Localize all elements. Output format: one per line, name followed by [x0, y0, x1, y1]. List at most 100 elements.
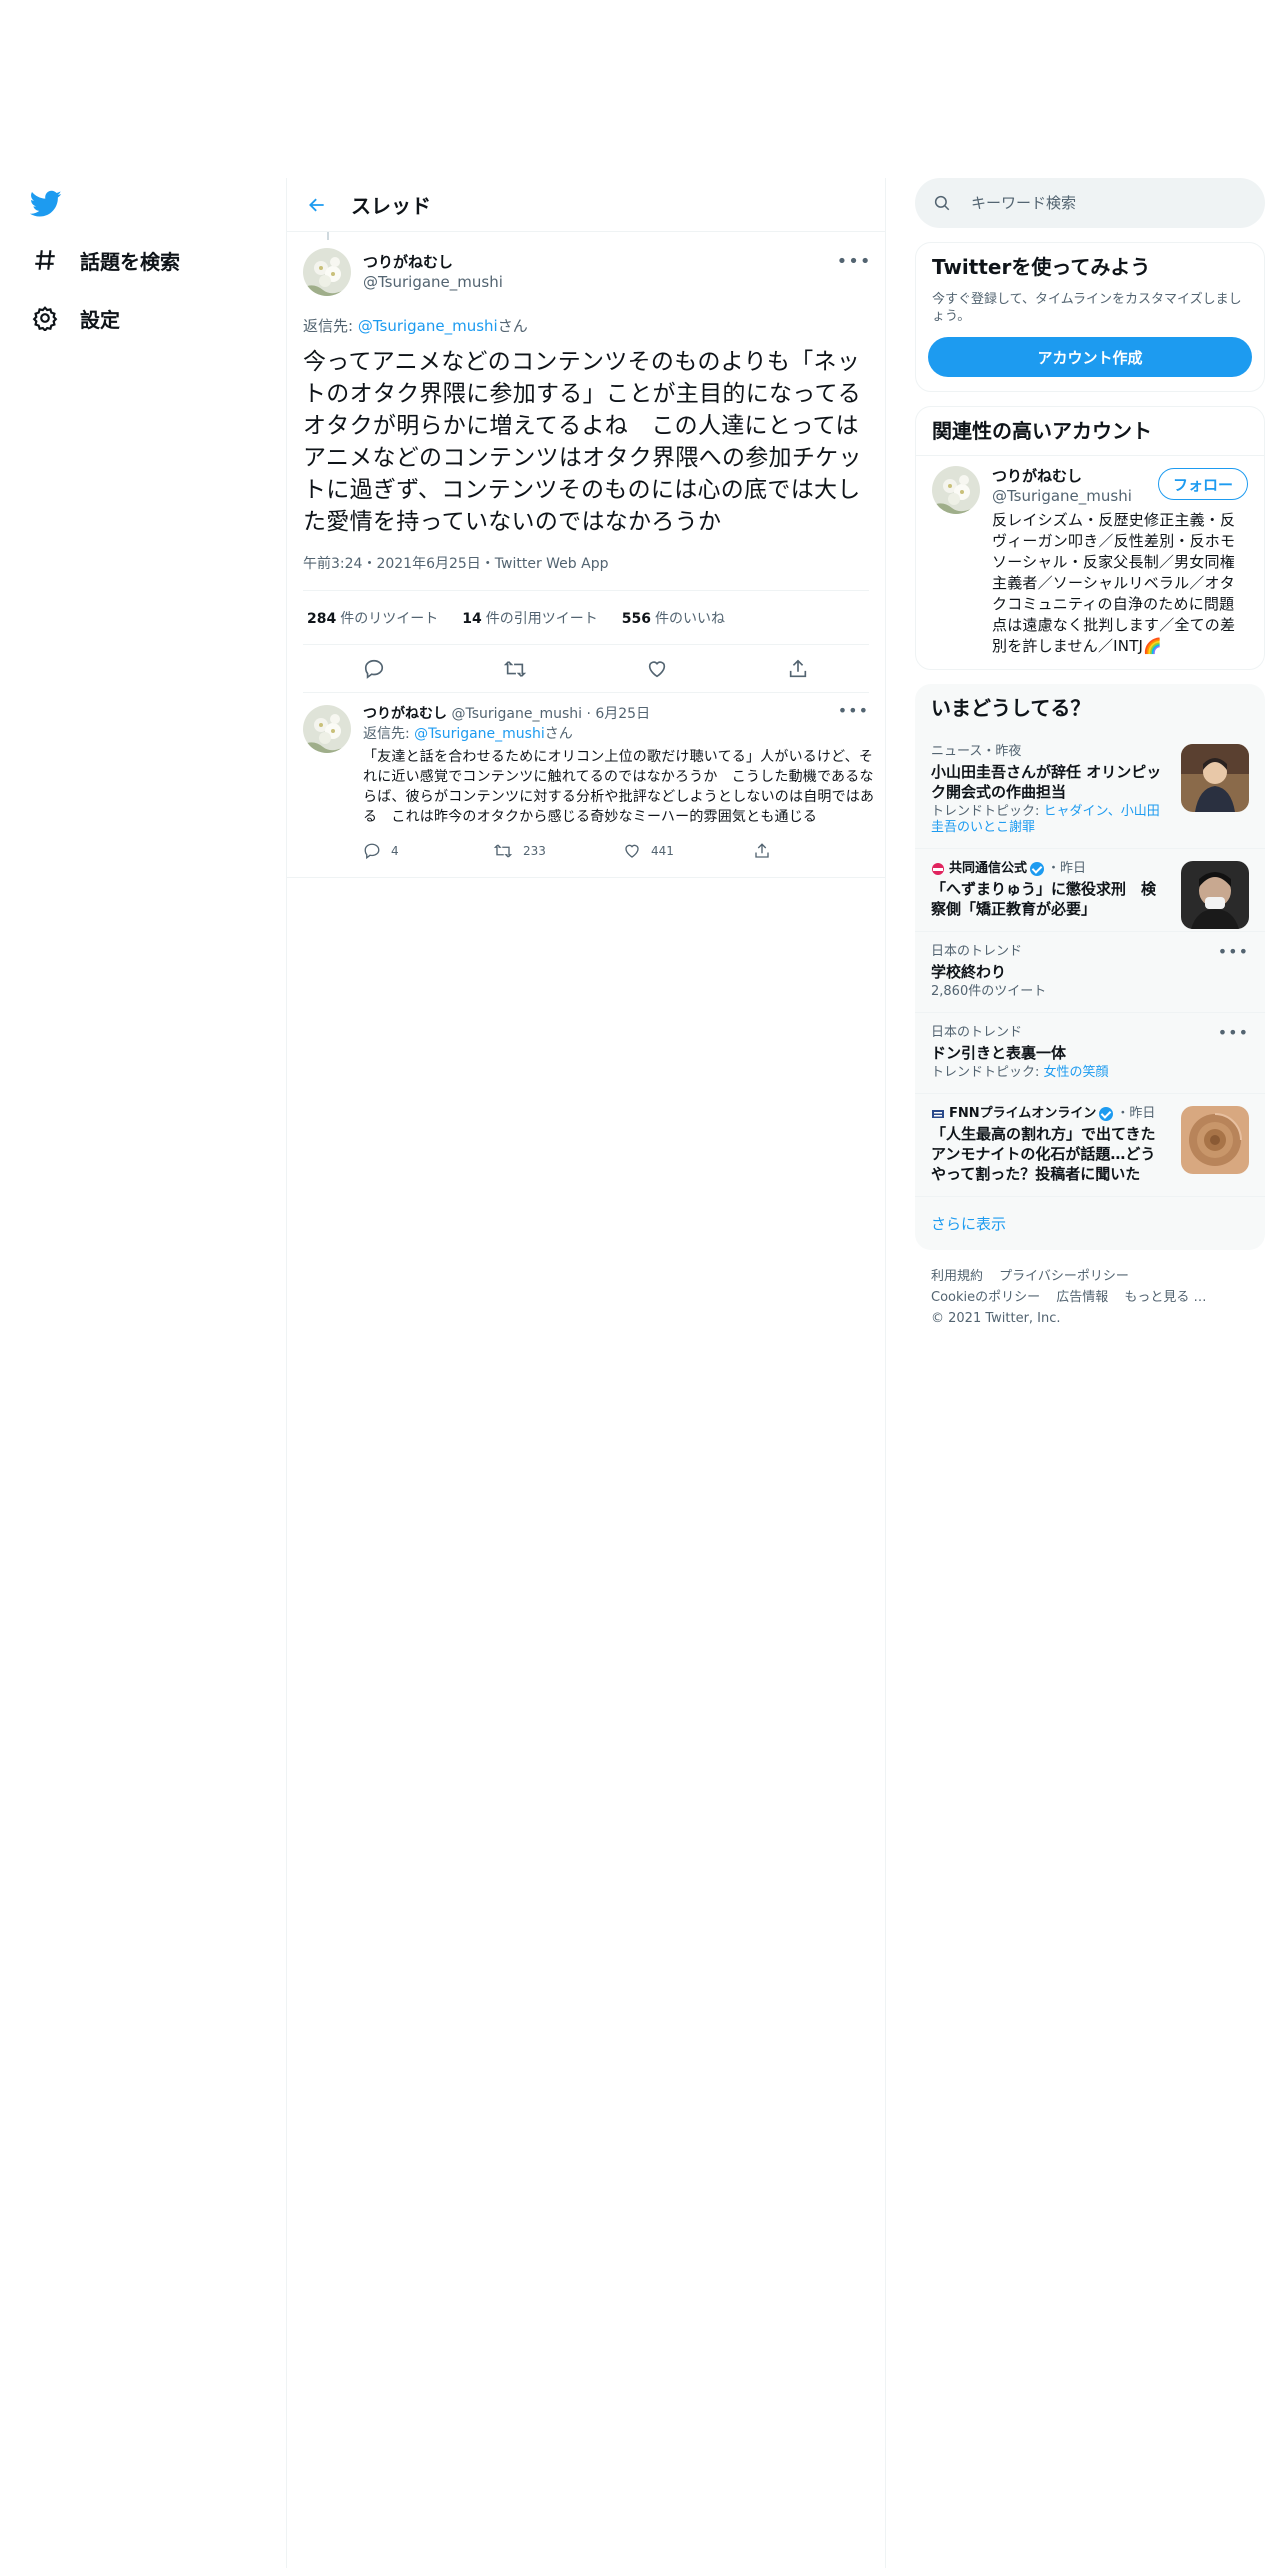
search-icon	[934, 195, 950, 211]
more-options-icon[interactable]: •••	[1218, 1023, 1249, 1042]
retweet-count-label: 件のリツイート	[340, 610, 439, 627]
avatar[interactable]	[303, 705, 351, 753]
share-icon	[755, 843, 769, 858]
share-button[interactable]	[753, 842, 883, 860]
reply-author-name[interactable]: つりがねむし	[363, 706, 447, 722]
more-options-icon[interactable]: •••	[837, 246, 871, 276]
related-account-bio: 反レイシズム・反歴史修正主義・反ヴィーガン叩き／反性差別・反ホモソーシャル・反家…	[992, 511, 1236, 655]
trend-tweet-count: 2,860件のツイート	[931, 984, 1047, 999]
arrow-left-icon	[309, 198, 324, 211]
follow-button[interactable]: フォロー	[1157, 468, 1248, 500]
search-input[interactable]	[971, 194, 1231, 212]
reply-to-line: 返信先: @Tsurigane_mushiさん	[363, 725, 883, 743]
trend-item[interactable]: ニュース・昨夜 小山田圭吾さんが辞任 オリンピック開会式の作曲担当 トレンドトピ…	[915, 732, 1265, 849]
trend-topic-prefix: トレンドトピック:	[931, 1065, 1044, 1080]
tweet-actions	[303, 645, 869, 693]
footer-copyright: © 2021 Twitter, Inc.	[931, 1311, 1061, 1326]
focus-tweet: つりがねむし @Tsurigane_mushi ••• 返信先: @Tsurig…	[287, 232, 885, 693]
back-button[interactable]	[297, 185, 337, 225]
nav-explore-label: 話題を検索	[80, 249, 180, 274]
trend-thumbnail	[1181, 744, 1249, 812]
like-count: 556	[621, 610, 651, 627]
trend-item[interactable]: 日本のトレンド 学校終わり 2,860件のツイート •••	[915, 932, 1265, 1013]
twitter-logo-icon[interactable]	[29, 190, 64, 224]
create-account-button[interactable]: アカウント作成	[928, 337, 1252, 377]
reply-to-suffix: さん	[544, 726, 573, 742]
trend-item[interactable]: 日本のトレンド ドン引きと表裏一体 トレンドトピック: 女性の笑顔 •••	[915, 1013, 1265, 1094]
trend-time: ・昨日	[1116, 1106, 1156, 1121]
footer-link-terms[interactable]: 利用規約	[931, 1269, 983, 1284]
reply-handle-date[interactable]: @Tsurigane_mushi · 6月25日	[451, 706, 650, 722]
quote-count: 14	[462, 610, 482, 627]
related-accounts-card: 関連性の高いアカウント つりがねむし @Tsurigane_mushi 反レイシ…	[915, 406, 1265, 670]
author-name[interactable]: つりがねむし	[363, 252, 839, 272]
trend-context: ニュース・昨夜	[931, 744, 1022, 759]
trend-item[interactable]: FNNプライムオンライン ・昨日 「人生最高の割れ方」で出てきたアンモナイトの化石…	[915, 1094, 1265, 1197]
like-icon[interactable]	[640, 652, 674, 686]
tweet-text: 今ってアニメなどのコンテンツそのものよりも「ネットのオタク界隈に参加する」ことが…	[303, 349, 862, 535]
retweet-count: 233	[523, 844, 546, 858]
reply-tweet[interactable]: つりがねむし @Tsurigane_mushi · 6月25日 返信先: @Ts…	[287, 693, 885, 878]
trend-title: 「人生最高の割れ方」で出てきたアンモナイトの化石が話題…どうやって割った？投稿者…	[931, 1125, 1156, 1183]
footer-link-cookies[interactable]: Cookieのポリシー	[931, 1290, 1040, 1305]
reply-to-handle-link[interactable]: @Tsurigane_mushi	[358, 317, 498, 335]
reply-tweet-actions: 4 233 441	[363, 837, 883, 865]
trend-topic-line: トレンドトピック: ヒャダイン、小山田圭吾のいとこ謝罪	[931, 804, 1165, 836]
reply-icon	[364, 843, 380, 860]
trend-title: ドン引きと表裏一体	[931, 1044, 1067, 1062]
retweet-icon[interactable]	[498, 652, 532, 686]
trend-title: 小山田圭吾さんが辞任 オリンピック開会式の作曲担当	[931, 763, 1162, 801]
trend-topic-prefix: トレンドトピック:	[931, 804, 1044, 819]
show-more-link[interactable]: さらに表示	[915, 1197, 1265, 1250]
trend-thumbnail	[1181, 861, 1249, 929]
signup-description: 今すぐ登録して、タイムラインをカスタマイズしましょう。	[932, 292, 1242, 324]
retweet-icon	[493, 844, 513, 858]
signup-card: Twitterを使ってみよう 今すぐ登録して、タイムラインをカスタマイズしましょ…	[915, 242, 1265, 392]
related-title: 関連性の高いアカウント	[916, 407, 1264, 456]
avatar[interactable]	[932, 466, 980, 514]
gear-icon	[30, 303, 60, 333]
quote-count-label: 件の引用ツイート	[485, 610, 598, 627]
tweet-timestamp[interactable]: 午前3:24・2021年6月25日・Twitter Web App	[303, 554, 869, 591]
quote-count-link[interactable]: 14 件の引用ツイート	[458, 608, 597, 628]
trends-title: いまどうしてる？	[931, 696, 1091, 720]
retweet-count: 284	[307, 610, 337, 627]
tweet-stats: 284 件のリツイート 14 件の引用ツイート 556 件のいいね	[303, 591, 869, 645]
retweet-count-link[interactable]: 284 件のリツイート	[303, 608, 438, 628]
like-button[interactable]: 441	[623, 842, 753, 860]
verified-badge-icon	[1099, 1107, 1114, 1121]
reply-to-prefix: 返信先:	[363, 726, 415, 742]
more-options-icon[interactable]: •••	[1218, 942, 1249, 961]
like-count-link[interactable]: 556 件のいいね	[618, 608, 725, 628]
trend-item[interactable]: 共同通信公式 ・昨日 「へずまりゅう」に懲役求刑 検察側「矯正教育が必要」	[915, 849, 1265, 932]
reply-button[interactable]: 4	[363, 842, 493, 860]
news-logo-icon	[931, 1107, 945, 1121]
search-bar	[915, 178, 1265, 228]
reply-icon[interactable]	[357, 652, 391, 686]
trend-source: FNNプライムオンライン	[949, 1106, 1097, 1121]
author-handle[interactable]: @Tsurigane_mushi	[363, 272, 839, 292]
footer-link-privacy[interactable]: プライバシーポリシー	[999, 1269, 1129, 1284]
reply-tweet-text: 「友達と話を合わせるためにオリコン上位の歌だけ聴いてる」人がいるけど、それに近い…	[363, 749, 875, 825]
footer: 利用規約 プライバシーポリシー Cookieのポリシー 広告情報 もっと見る ……	[915, 1250, 1265, 1345]
trend-context: 日本のトレンド	[931, 1025, 1023, 1040]
hashtag-icon	[30, 245, 60, 275]
trend-thumbnail	[1181, 1106, 1249, 1174]
more-options-icon[interactable]: •••	[838, 701, 869, 720]
reply-to-handle-link[interactable]: @Tsurigane_mushi	[414, 726, 545, 742]
like-count: 441	[651, 844, 674, 858]
share-icon[interactable]	[781, 652, 815, 686]
reply-count: 4	[391, 844, 399, 858]
nav-explore[interactable]: 話題を検索	[30, 236, 180, 284]
trend-topic-line: トレンドトピック: 女性の笑顔	[931, 1065, 1249, 1081]
avatar[interactable]	[303, 248, 351, 296]
footer-link-ads[interactable]: 広告情報	[1056, 1290, 1108, 1305]
related-account-row[interactable]: つりがねむし @Tsurigane_mushi 反レイシズム・反歴史修正主義・反…	[916, 456, 1264, 669]
signup-title: Twitterを使ってみよう	[932, 255, 1151, 279]
nav-settings[interactable]: 設定	[30, 294, 120, 342]
verified-badge-icon	[1030, 862, 1045, 876]
page-title: スレッド	[351, 194, 431, 218]
footer-link-more[interactable]: もっと見る …	[1124, 1290, 1206, 1305]
retweet-button[interactable]: 233	[493, 842, 623, 860]
trend-topic-link[interactable]: 女性の笑顔	[1044, 1065, 1109, 1080]
